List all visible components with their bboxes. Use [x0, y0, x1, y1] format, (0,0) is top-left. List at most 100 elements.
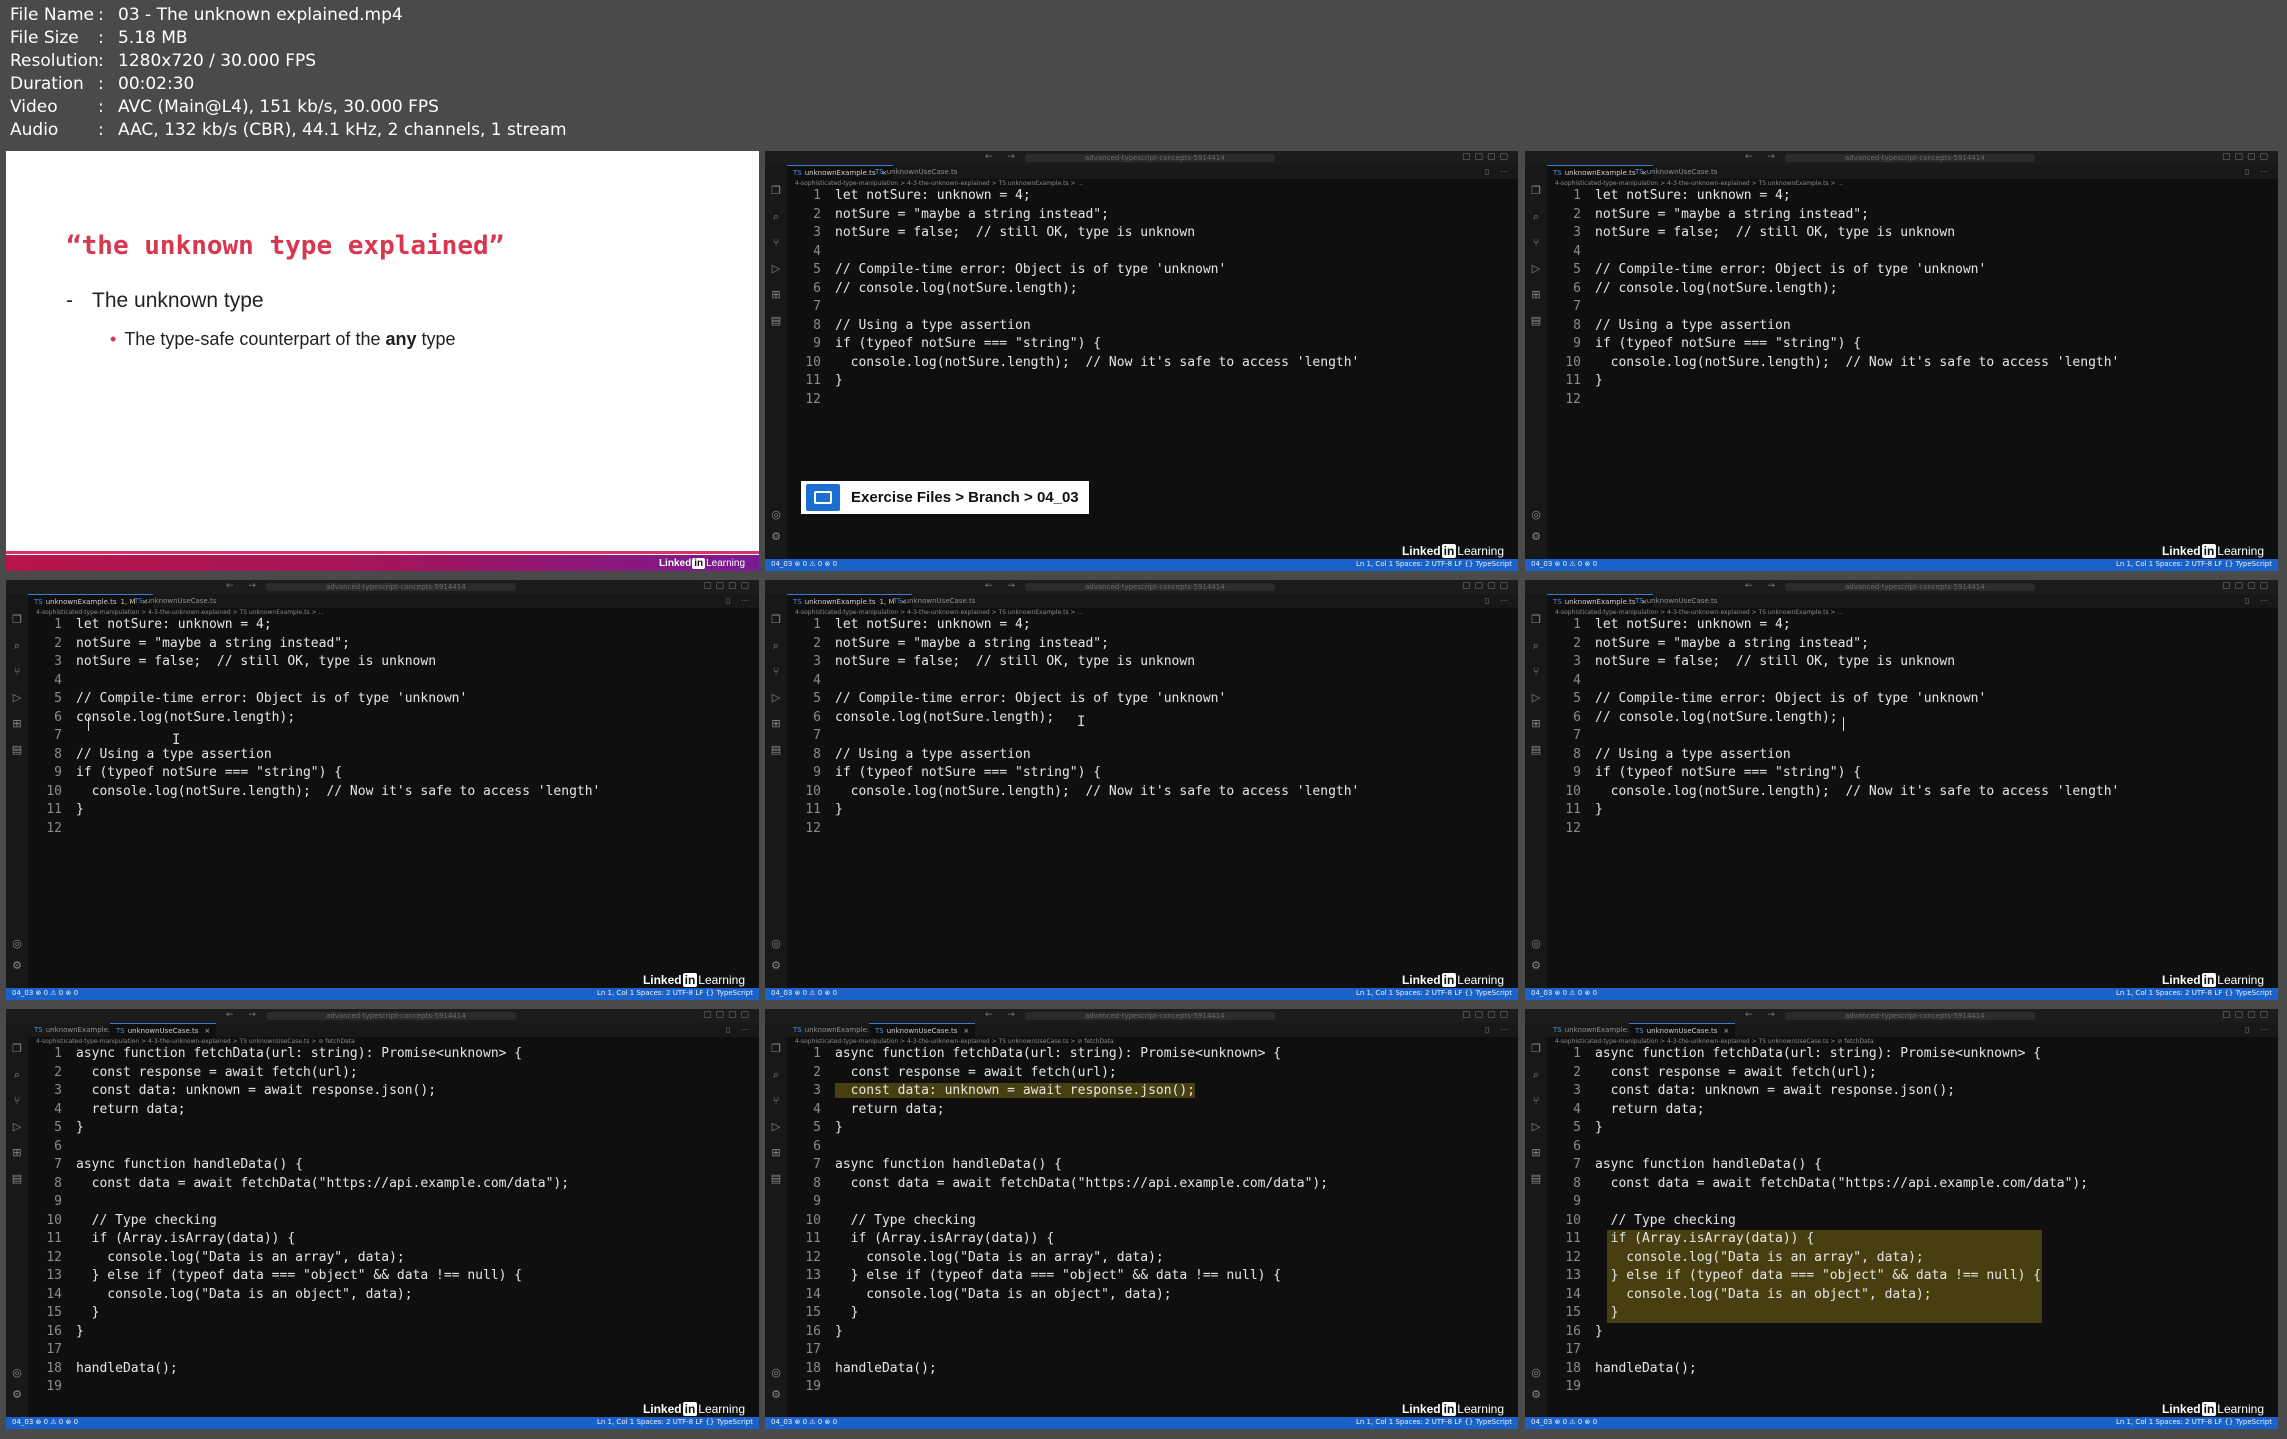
status-branch[interactable]: 04_03 ⊗ 0 ⚠ 0 ⊗ 0	[12, 1418, 78, 1426]
gear-icon[interactable]: ⚙	[1530, 1389, 1542, 1401]
status-branch[interactable]: 04_03 ⊗ 0 ⚠ 0 ⊗ 0	[1531, 1418, 1597, 1426]
layout-controls-icon[interactable]: ▢▢▢▢	[2222, 152, 2272, 162]
remote-icon[interactable]: ▤	[770, 315, 782, 327]
files-icon[interactable]: ❐	[1530, 185, 1542, 197]
status-info[interactable]: Ln 1, Col 1 Spaces: 2 UTF-8 LF {} TypeSc…	[1356, 560, 1512, 568]
nav-arrows-icon[interactable]: ← →	[1745, 152, 1781, 162]
command-search-input[interactable]: advanced-typescript-concepts-5914414	[1785, 154, 2035, 162]
split-editor-icon[interactable]: ▯ ⋯	[726, 596, 753, 605]
status-branch[interactable]: 04_03 ⊗ 0 ⚠ 0 ⊗ 0	[1531, 989, 1597, 997]
extensions-icon[interactable]: ⊞	[770, 289, 782, 301]
account-icon[interactable]: ◎	[1530, 509, 1542, 521]
layout-controls-icon[interactable]: ▢▢▢▢	[1462, 581, 1512, 591]
extensions-icon[interactable]: ⊞	[1530, 1147, 1542, 1159]
files-icon[interactable]: ❐	[770, 614, 782, 626]
tab-unknown-usecase[interactable]: TS unknownUseCase.ts ×	[110, 1023, 217, 1037]
extensions-icon[interactable]: ⊞	[770, 718, 782, 730]
status-branch[interactable]: 04_03 ⊗ 0 ⚠ 0 ⊗ 0	[12, 989, 78, 997]
run-debug-icon[interactable]: ▷	[770, 263, 782, 275]
code-editor[interactable]: 1 let notSure: unknown = 4; 2 notSure = "ma…	[28, 616, 759, 986]
gear-icon[interactable]: ⚙	[1530, 960, 1542, 972]
layout-controls-icon[interactable]: ▢▢▢▢	[703, 1010, 753, 1020]
split-editor-icon[interactable]: ▯ ⋯	[726, 1025, 753, 1034]
layout-controls-icon[interactable]: ▢▢▢▢	[2222, 581, 2272, 591]
close-tab-icon[interactable]: ×	[963, 1027, 969, 1035]
tab-unknown-usecase[interactable]: TS unknownUseCase.ts	[1629, 165, 1723, 179]
source-control-icon[interactable]: ⑂	[1530, 666, 1542, 678]
gear-icon[interactable]: ⚙	[770, 531, 782, 543]
split-editor-icon[interactable]: ▯ ⋯	[1485, 167, 1512, 176]
search-icon[interactable]: ⌕	[1530, 211, 1542, 223]
code-editor[interactable]: 1 let notSure: unknown = 4; 2 notSure = "ma…	[1547, 187, 2278, 557]
layout-controls-icon[interactable]: ▢▢▢▢	[1462, 1010, 1512, 1020]
status-info[interactable]: Ln 1, Col 1 Spaces: 2 UTF-8 LF {} TypeSc…	[597, 989, 753, 997]
search-icon[interactable]: ⌕	[770, 640, 782, 652]
extensions-icon[interactable]: ⊞	[1530, 289, 1542, 301]
tab-unknown-example[interactable]: TS unknownExample.ts	[28, 1023, 123, 1037]
tab-unknown-usecase[interactable]: TS unknownUseCase.ts ×	[1629, 1023, 1736, 1037]
code-editor[interactable]: 1 async function fetchData(url: string): …	[787, 1045, 1518, 1415]
files-icon[interactable]: ❐	[1530, 614, 1542, 626]
split-editor-icon[interactable]: ▯ ⋯	[1485, 1025, 1512, 1034]
nav-arrows-icon[interactable]: ← →	[1745, 581, 1781, 591]
search-icon[interactable]: ⌕	[770, 211, 782, 223]
status-info[interactable]: Ln 1, Col 1 Spaces: 2 UTF-8 LF {} TypeSc…	[2116, 560, 2272, 568]
status-info[interactable]: Ln 1, Col 1 Spaces: 2 UTF-8 LF {} TypeSc…	[1356, 989, 1512, 997]
files-icon[interactable]: ❐	[1530, 1043, 1542, 1055]
search-icon[interactable]: ⌕	[11, 1069, 23, 1081]
command-search-input[interactable]: advanced-typescript-concepts-5914414	[266, 583, 516, 591]
search-icon[interactable]: ⌕	[1530, 1069, 1542, 1081]
files-icon[interactable]: ❐	[770, 1043, 782, 1055]
nav-arrows-icon[interactable]: ← →	[226, 581, 262, 591]
status-info[interactable]: Ln 1, Col 1 Spaces: 2 UTF-8 LF {} TypeSc…	[597, 1418, 753, 1426]
remote-icon[interactable]: ▤	[11, 744, 23, 756]
command-search-input[interactable]: advanced-typescript-concepts-5914414	[1025, 1012, 1275, 1020]
extensions-icon[interactable]: ⊞	[1530, 718, 1542, 730]
account-icon[interactable]: ◎	[11, 1367, 23, 1379]
command-search-input[interactable]: advanced-typescript-concepts-5914414	[1025, 154, 1275, 162]
run-debug-icon[interactable]: ▷	[1530, 692, 1542, 704]
code-editor[interactable]: 1 let notSure: unknown = 4; 2 notSure = "ma…	[787, 616, 1518, 986]
gear-icon[interactable]: ⚙	[11, 960, 23, 972]
remote-icon[interactable]: ▤	[1530, 315, 1542, 327]
run-debug-icon[interactable]: ▷	[770, 692, 782, 704]
status-info[interactable]: Ln 1, Col 1 Spaces: 2 UTF-8 LF {} TypeSc…	[1356, 1418, 1512, 1426]
layout-controls-icon[interactable]: ▢▢▢▢	[703, 581, 753, 591]
tab-unknown-usecase[interactable]: TS unknownUseCase.ts	[869, 165, 963, 179]
nav-arrows-icon[interactable]: ← →	[985, 1010, 1021, 1020]
status-branch[interactable]: 04_03 ⊗ 0 ⚠ 0 ⊗ 0	[771, 560, 837, 568]
split-editor-icon[interactable]: ▯ ⋯	[2245, 167, 2272, 176]
account-icon[interactable]: ◎	[770, 1367, 782, 1379]
status-branch[interactable]: 04_03 ⊗ 0 ⚠ 0 ⊗ 0	[771, 989, 837, 997]
account-icon[interactable]: ◎	[770, 509, 782, 521]
command-search-input[interactable]: advanced-typescript-concepts-5914414	[1785, 1012, 2035, 1020]
status-info[interactable]: Ln 1, Col 1 Spaces: 2 UTF-8 LF {} TypeSc…	[2116, 1418, 2272, 1426]
tab-unknown-example[interactable]: TS unknownExample.ts	[787, 1023, 882, 1037]
extensions-icon[interactable]: ⊞	[770, 1147, 782, 1159]
code-editor[interactable]: 1 async function fetchData(url: string): …	[28, 1045, 759, 1415]
gear-icon[interactable]: ⚙	[770, 960, 782, 972]
nav-arrows-icon[interactable]: ← →	[985, 581, 1021, 591]
code-editor[interactable]: 1 async function fetchData(url: string): …	[1547, 1045, 2278, 1415]
remote-icon[interactable]: ▤	[1530, 744, 1542, 756]
layout-controls-icon[interactable]: ▢▢▢▢	[1462, 152, 1512, 162]
status-branch[interactable]: 04_03 ⊗ 0 ⚠ 0 ⊗ 0	[771, 1418, 837, 1426]
status-branch[interactable]: 04_03 ⊗ 0 ⚠ 0 ⊗ 0	[1531, 560, 1597, 568]
files-icon[interactable]: ❐	[11, 614, 23, 626]
split-editor-icon[interactable]: ▯ ⋯	[2245, 1025, 2272, 1034]
search-icon[interactable]: ⌕	[11, 640, 23, 652]
run-debug-icon[interactable]: ▷	[11, 692, 23, 704]
account-icon[interactable]: ◎	[11, 938, 23, 950]
remote-icon[interactable]: ▤	[770, 1173, 782, 1185]
nav-arrows-icon[interactable]: ← →	[1745, 1010, 1781, 1020]
source-control-icon[interactable]: ⑂	[1530, 1095, 1542, 1107]
remote-icon[interactable]: ▤	[770, 744, 782, 756]
source-control-icon[interactable]: ⑂	[770, 1095, 782, 1107]
tab-unknown-example[interactable]: TS unknownExample.ts	[1547, 1023, 1642, 1037]
source-control-icon[interactable]: ⑂	[770, 666, 782, 678]
status-info[interactable]: Ln 1, Col 1 Spaces: 2 UTF-8 LF {} TypeSc…	[2116, 989, 2272, 997]
files-icon[interactable]: ❐	[11, 1043, 23, 1055]
source-control-icon[interactable]: ⑂	[11, 1095, 23, 1107]
layout-controls-icon[interactable]: ▢▢▢▢	[2222, 1010, 2272, 1020]
command-search-input[interactable]: advanced-typescript-concepts-5914414	[1785, 583, 2035, 591]
